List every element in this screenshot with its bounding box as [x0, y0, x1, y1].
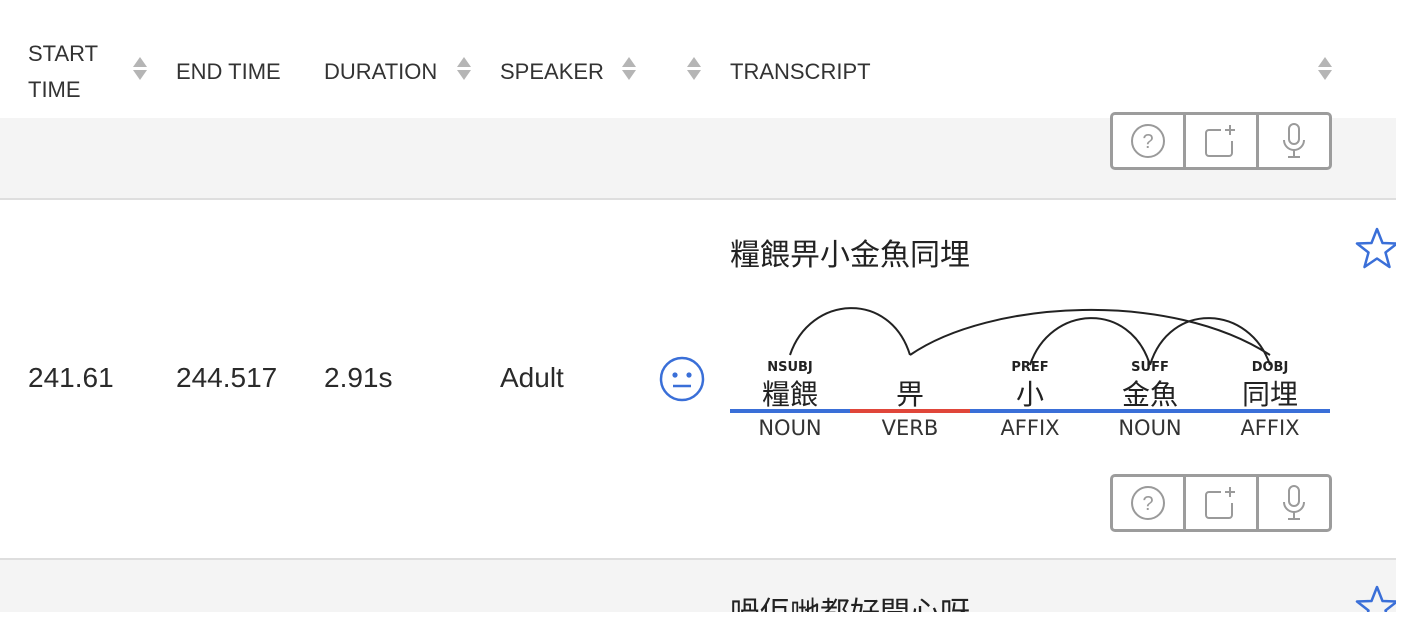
sort-sentiment-icon[interactable]	[687, 56, 701, 84]
row-actions: ?	[1110, 474, 1332, 532]
start-time-cell: 241.61	[28, 362, 114, 393]
neutral-face-icon[interactable]	[658, 355, 706, 403]
sort-duration-icon[interactable]	[457, 56, 471, 84]
column-header-start-time[interactable]: START TIME	[28, 36, 98, 108]
microphone-icon	[1283, 485, 1305, 520]
star-icon[interactable]	[1354, 226, 1396, 272]
pos-bar-segment	[850, 409, 970, 413]
svg-text:?: ?	[1142, 131, 1153, 153]
svg-text:?: ?	[1142, 493, 1153, 515]
column-header-speaker[interactable]: SPEAKER	[500, 54, 604, 90]
sort-start-time-icon[interactable]	[133, 56, 147, 84]
microphone-icon	[1283, 123, 1305, 158]
table-row-next[interactable]: 喎佢哋都好開心呀	[0, 560, 1396, 612]
add-note-icon	[1205, 125, 1235, 157]
question-icon: ?	[1131, 124, 1165, 158]
utterance-text: 喎佢哋都好開心呀	[730, 588, 970, 612]
add-note-icon	[1205, 487, 1235, 519]
column-header-duration[interactable]: DURATION	[324, 54, 437, 90]
sort-speaker-icon[interactable]	[622, 56, 636, 84]
add-note-button[interactable]	[1183, 115, 1256, 167]
pos-tag: NOUN	[758, 416, 822, 440]
table-row[interactable]: 241.61 244.517 2.91s Adult 糧餵畀小金魚同埋 NSUB…	[0, 200, 1396, 558]
table-row-previous: ?	[0, 112, 1396, 198]
pos-tag: NOUN	[1118, 416, 1182, 440]
add-note-button[interactable]	[1183, 477, 1256, 529]
dependency-parse: NSUBJ PREF SUFF DOBJ 糧餵 畀 小 金魚 同埋 NOUN V…	[730, 295, 1330, 445]
token-word: 同埋	[1241, 378, 1298, 411]
question-button[interactable]: ?	[1113, 477, 1183, 529]
pos-bar-segment	[970, 409, 1330, 413]
end-time-cell: 244.517	[176, 362, 278, 393]
question-button[interactable]: ?	[1113, 115, 1183, 167]
token-word: 畀	[895, 378, 924, 411]
column-header-end-time[interactable]: END TIME	[176, 54, 281, 90]
pos-tag: AFFIX	[1240, 416, 1300, 440]
star-icon[interactable]	[1354, 584, 1396, 612]
row-actions-previous: ?	[1110, 112, 1332, 170]
pos-tag: VERB	[881, 416, 939, 440]
pos-bar	[730, 409, 1330, 413]
record-button[interactable]	[1256, 477, 1329, 529]
record-button[interactable]	[1256, 115, 1329, 167]
column-header-transcript[interactable]: TRANSCRIPT	[730, 54, 871, 90]
token-word: 糧餵	[761, 378, 818, 411]
utterance-text: 糧餵畀小金魚同埋	[730, 238, 970, 273]
token-word: 金魚	[1121, 378, 1178, 411]
pos-tag: AFFIX	[1000, 416, 1060, 440]
duration-cell: 2.91s	[324, 362, 393, 393]
token-word: 小	[1015, 378, 1044, 411]
pos-bar-segment	[730, 409, 850, 413]
transcript-table: START TIME END TIME DURATION SPEAKER TRA…	[0, 0, 1396, 612]
sort-transcript-icon[interactable]	[1318, 56, 1332, 84]
question-icon: ?	[1131, 486, 1165, 520]
speaker-cell: Adult	[500, 362, 564, 393]
table-header: START TIME END TIME DURATION SPEAKER TRA…	[0, 0, 1396, 118]
